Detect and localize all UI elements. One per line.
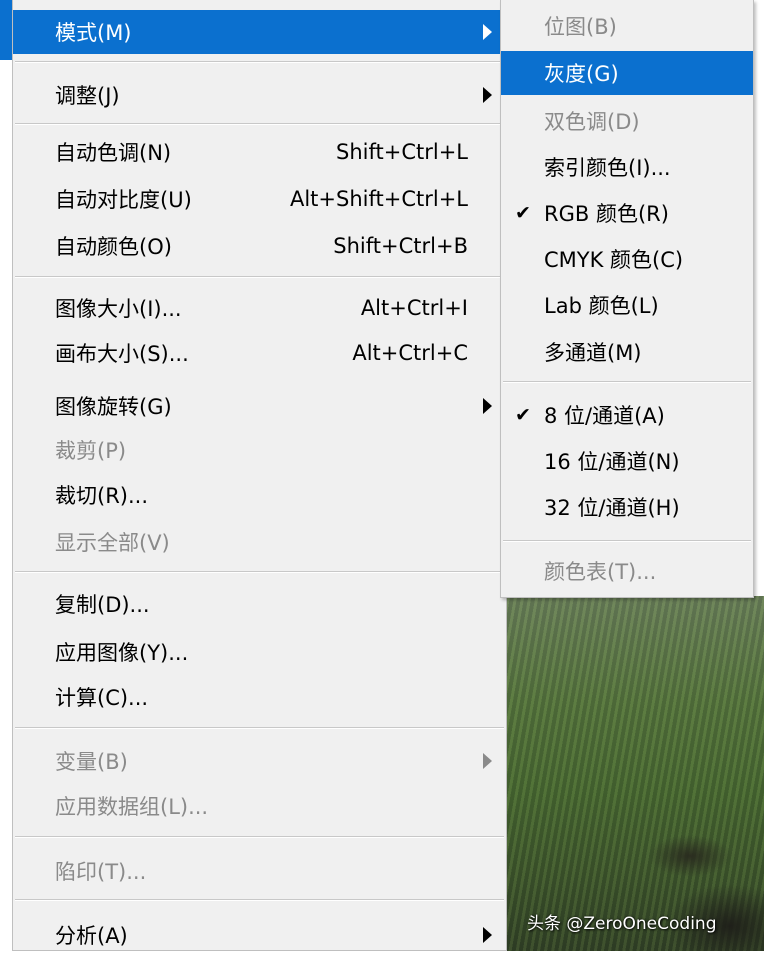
menu-item-trim[interactable]: 裁切(R)...	[13, 473, 506, 517]
submenu-item-16-bits[interactable]: 16 位/通道(N)	[501, 439, 753, 483]
submenu-item-label: Lab 颜色(L)	[544, 294, 659, 318]
menu-item-apply-image[interactable]: 应用图像(Y)...	[13, 630, 506, 674]
submenu-arrow-icon	[483, 753, 492, 769]
menu-item-apply-data-set[interactable]: 应用数据组(L)...	[13, 784, 506, 828]
menu-item-label: 图像旋转(G)	[55, 395, 172, 419]
menu-separator	[15, 61, 504, 63]
menu-separator	[503, 540, 751, 542]
menu-item-label: 自动对比度(U)	[55, 188, 192, 212]
menu-item-auto-contrast[interactable]: 自动对比度(U) Alt+Shift+Ctrl+L	[13, 177, 506, 221]
menu-item-label: 画布大小(S)...	[55, 342, 189, 366]
menu-separator	[503, 381, 751, 383]
menu-item-reveal-all[interactable]: 显示全部(V)	[13, 520, 506, 564]
menu-item-label: 显示全部(V)	[55, 531, 170, 555]
menu-separator	[15, 276, 504, 278]
menu-item-label: 应用数据组(L)...	[55, 795, 209, 819]
menu-item-mode[interactable]: 模式(M)	[13, 10, 506, 54]
submenu-item-label: 8 位/通道(A)	[544, 404, 665, 428]
menu-item-label: 裁剪(P)	[55, 439, 127, 463]
submenu-item-label: 索引颜色(I)...	[544, 156, 671, 180]
submenu-item-color-table[interactable]: 颜色表(T)...	[501, 549, 753, 593]
submenu-item-grayscale[interactable]: 灰度(G)	[501, 51, 753, 95]
menu-item-label: 自动色调(N)	[55, 141, 172, 165]
menu-item-label: 复制(D)...	[55, 593, 150, 617]
checkmark-icon: ✔	[515, 202, 531, 224]
canvas-photo	[500, 596, 764, 951]
submenu-item-label: RGB 颜色(R)	[544, 202, 669, 226]
submenu-item-lab-color[interactable]: Lab 颜色(L)	[501, 283, 753, 327]
menu-item-trap[interactable]: 陷印(T)...	[13, 849, 506, 893]
checkmark-icon: ✔	[515, 404, 531, 426]
menu-item-crop[interactable]: 裁剪(P)	[13, 428, 506, 472]
menu-item-shortcut: Shift+Ctrl+L	[336, 140, 468, 164]
menu-item-label: 分析(A)	[55, 924, 128, 948]
submenu-item-label: 32 位/通道(H)	[544, 496, 680, 520]
menu-item-calculations[interactable]: 计算(C)...	[13, 675, 506, 719]
menu-item-variables[interactable]: 变量(B)	[13, 739, 506, 783]
submenu-item-label: 16 位/通道(N)	[544, 450, 680, 474]
menu-item-label: 计算(C)...	[55, 686, 149, 710]
menu-separator	[15, 727, 504, 729]
submenu-arrow-icon	[483, 87, 492, 103]
menu-item-shortcut: Shift+Ctrl+B	[333, 234, 468, 258]
menu-item-shortcut: Alt+Ctrl+C	[352, 341, 468, 365]
mode-submenu: 位图(B) 灰度(G) 双色调(D) 索引颜色(I)... ✔ RGB 颜色(R…	[500, 0, 754, 598]
submenu-item-32-bits[interactable]: 32 位/通道(H)	[501, 485, 753, 529]
submenu-item-multichannel[interactable]: 多通道(M)	[501, 330, 753, 374]
submenu-item-label: CMYK 颜色(C)	[544, 248, 684, 272]
submenu-item-label: 双色调(D)	[544, 110, 640, 134]
submenu-item-duotone[interactable]: 双色调(D)	[501, 99, 753, 143]
menu-item-label: 陷印(T)...	[55, 860, 147, 884]
menu-separator	[15, 836, 504, 838]
menu-item-image-rotation[interactable]: 图像旋转(G)	[13, 384, 506, 428]
submenu-item-label: 位图(B)	[544, 15, 617, 39]
submenu-item-label: 颜色表(T)...	[544, 560, 657, 584]
menu-item-auto-tone[interactable]: 自动色调(N) Shift+Ctrl+L	[13, 130, 506, 174]
submenu-item-label: 灰度(G)	[544, 62, 619, 86]
image-menu: 模式(M) 调整(J) 自动色调(N) Shift+Ctrl+L 自动对比度(U…	[12, 0, 507, 951]
submenu-arrow-icon	[483, 24, 492, 40]
menu-item-duplicate[interactable]: 复制(D)...	[13, 582, 506, 626]
menu-item-label: 调整(J)	[55, 84, 120, 108]
submenu-item-bitmap[interactable]: 位图(B)	[501, 4, 753, 48]
submenu-item-cmyk-color[interactable]: CMYK 颜色(C)	[501, 237, 753, 281]
submenu-arrow-icon	[483, 927, 492, 943]
submenu-item-8-bits[interactable]: ✔ 8 位/通道(A)	[501, 393, 753, 437]
submenu-item-indexed-color[interactable]: 索引颜色(I)...	[501, 145, 753, 189]
submenu-item-label: 多通道(M)	[544, 341, 642, 365]
menu-separator	[15, 899, 504, 901]
menu-item-label: 自动颜色(O)	[55, 235, 172, 259]
menu-item-label: 裁切(R)...	[55, 484, 149, 508]
menu-item-image-size[interactable]: 图像大小(I)... Alt+Ctrl+I	[13, 286, 506, 330]
menu-item-adjustments[interactable]: 调整(J)	[13, 73, 506, 117]
submenu-arrow-icon	[483, 398, 492, 414]
menu-item-shortcut: Alt+Ctrl+I	[360, 296, 468, 320]
menu-separator	[15, 571, 504, 573]
menu-item-canvas-size[interactable]: 画布大小(S)... Alt+Ctrl+C	[13, 331, 506, 375]
menu-item-label: 变量(B)	[55, 750, 128, 774]
menu-item-label: 模式(M)	[55, 21, 132, 45]
window-edge	[0, 0, 12, 951]
menu-item-label: 应用图像(Y)...	[55, 641, 189, 665]
menu-separator	[15, 123, 504, 125]
menu-item-label: 图像大小(I)...	[55, 297, 182, 321]
submenu-item-rgb-color[interactable]: ✔ RGB 颜色(R)	[501, 191, 753, 235]
menu-item-analysis[interactable]: 分析(A)	[13, 913, 506, 957]
menu-item-shortcut: Alt+Shift+Ctrl+L	[289, 187, 468, 211]
watermark-text: 头条 @ZeroOneCoding	[527, 914, 717, 934]
menu-item-auto-color[interactable]: 自动颜色(O) Shift+Ctrl+B	[13, 224, 506, 268]
